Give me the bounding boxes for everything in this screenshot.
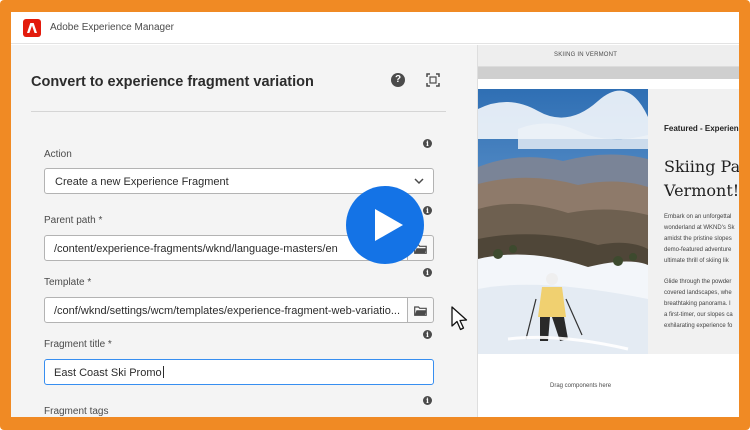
help-icon[interactable]: ?: [391, 73, 405, 87]
ski-photo: [478, 89, 648, 354]
info-icon[interactable]: i: [423, 268, 432, 277]
preview-strip: [478, 67, 739, 79]
fragment-title-value: East Coast Ski Promo: [54, 366, 164, 379]
drag-components-hint: Drag components here: [550, 383, 612, 389]
parent-path-label: Parent path *: [44, 215, 103, 226]
play-icon: [375, 209, 403, 241]
chevron-down-icon: [414, 178, 424, 185]
featured-label: Featured - Experien: [664, 124, 739, 133]
fragment-title-label: Fragment title *: [44, 339, 112, 350]
info-icon[interactable]: i: [423, 396, 432, 405]
fullscreen-icon[interactable]: [426, 73, 440, 87]
info-icon[interactable]: i: [423, 139, 432, 148]
article-teaser: Featured - Experien Skiing Par Vermont! …: [648, 89, 739, 354]
info-icon[interactable]: i: [423, 330, 432, 339]
top-bar: Adobe Experience Manager: [11, 12, 739, 44]
mouse-cursor-icon: [451, 306, 468, 331]
template-browse-button[interactable]: [408, 297, 434, 323]
action-select-value: Create a new Experience Fragment: [55, 176, 229, 188]
article-headline: Skiing Par Vermont!: [664, 157, 739, 200]
screen: Adobe Experience Manager Convert to expe…: [11, 12, 739, 417]
fragment-tags-label: Fragment tags: [44, 406, 109, 417]
play-button[interactable]: [346, 186, 424, 264]
dialog-title: Convert to experience fragment variation: [31, 74, 314, 90]
template-value: /conf/wknd/settings/wcm/templates/experi…: [54, 305, 401, 317]
title-divider: [31, 111, 446, 112]
template-label: Template *: [44, 277, 92, 288]
page-preview: SKIING IN VERMONT Featured - Experien Sk…: [477, 45, 739, 417]
folder-icon: [414, 306, 427, 316]
article-paragraph: Glide through the powder covered landsca…: [664, 279, 733, 329]
adobe-logo: [23, 19, 41, 37]
preview-header: SKIING IN VERMONT: [478, 45, 739, 67]
app-title: Adobe Experience Manager: [50, 22, 174, 33]
article-paragraph: Embark on an unforgettal wonderland at W…: [664, 214, 735, 264]
fragment-title-input[interactable]: East Coast Ski Promo: [44, 359, 434, 385]
info-icon[interactable]: i: [423, 206, 432, 215]
template-input[interactable]: /conf/wknd/settings/wcm/templates/experi…: [44, 297, 408, 323]
action-label: Action: [44, 149, 72, 160]
